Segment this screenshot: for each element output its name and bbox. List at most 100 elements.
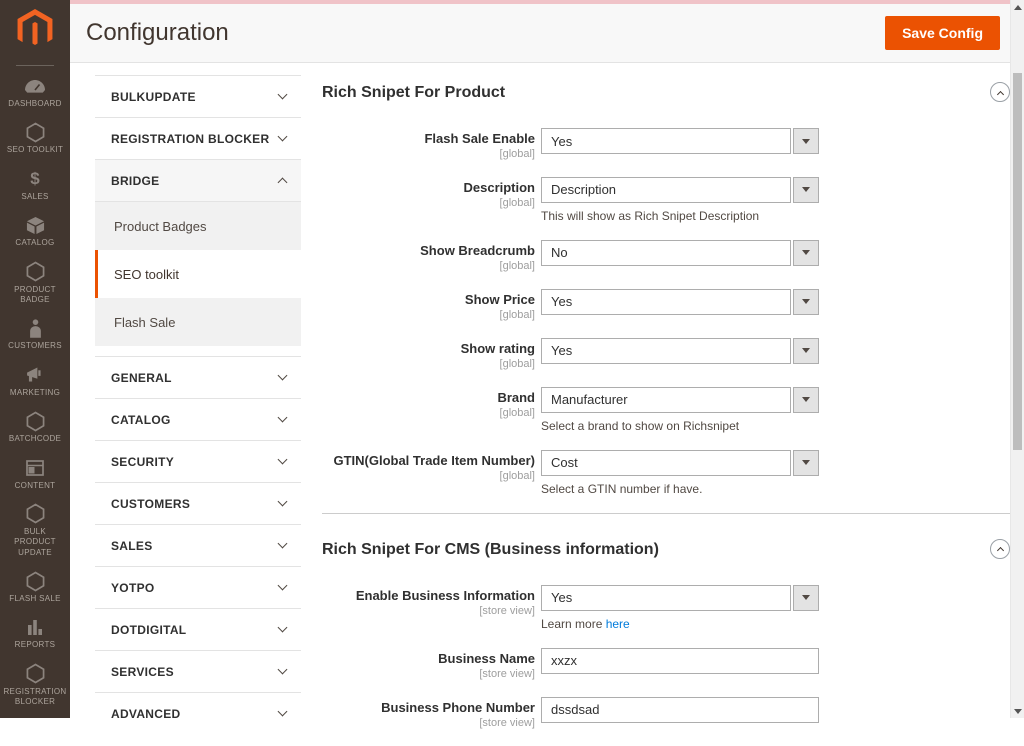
field-scope: [global] [499, 259, 535, 272]
select-value[interactable]: Yes [541, 128, 791, 154]
field-label: Description [463, 179, 535, 195]
show-rating-select[interactable]: Yes [541, 337, 819, 364]
chevron-down-icon [277, 370, 288, 381]
sidebar-item-dashboard[interactable]: DASHBOARD [0, 70, 70, 116]
dropdown-arrow-icon[interactable] [793, 288, 819, 315]
sidebar-item-label: PRODUCT BADGE [14, 284, 56, 304]
dropdown-arrow-icon[interactable] [793, 239, 819, 266]
vertical-scrollbar[interactable] [1010, 0, 1024, 718]
nav-section-dotdigital[interactable]: DOTDIGITAL [95, 608, 301, 650]
sidebar-item-catalog[interactable]: CATALOG [0, 209, 70, 255]
field-row: Enable Business Information [store view]… [322, 584, 1010, 631]
sidebar-item-batchcode[interactable]: BATCHCODE [0, 405, 70, 451]
field-label: Enable Business Information [355, 587, 535, 603]
sidebar-item-registration-blocker[interactable]: REGISTRATION BLOCKER [0, 658, 70, 715]
nav-section-bridge[interactable]: BRIDGE [95, 159, 301, 201]
field-row: Flash Sale Enable [global] Yes [322, 128, 1010, 160]
select-value[interactable]: Description [541, 176, 791, 203]
field-scope: [global] [499, 308, 535, 321]
magento-logo[interactable] [0, 0, 70, 58]
hexagon-icon [26, 411, 45, 432]
nav-section-registration-blocker[interactable]: REGISTRATION BLOCKER [95, 117, 301, 159]
field-scope: [store view] [479, 604, 535, 617]
hexagon-icon [26, 503, 45, 524]
nav-section-general[interactable]: GENERAL [95, 356, 301, 398]
save-config-button[interactable]: Save Config [885, 16, 1000, 50]
scrollbar-down-arrow-icon[interactable] [1014, 709, 1022, 714]
sidebar-item-product-badge[interactable]: PRODUCT BADGE [0, 256, 70, 313]
megaphone-icon [26, 365, 45, 385]
nav-subitem-seo-toolkit[interactable]: SEO toolkit [95, 250, 301, 298]
sidebar-item-bulk-product-update[interactable]: BULK PRODUCT UPDATE [0, 498, 70, 565]
scrollbar-thumb[interactable] [1013, 73, 1022, 450]
section-title: Rich Snipet For CMS (Business informatio… [322, 540, 659, 558]
field-row: Show Price [global] Yes [322, 288, 1010, 321]
magento-logo-icon [17, 9, 53, 45]
field-note: Learn more here [541, 616, 630, 631]
nav-section-bulkupdate[interactable]: BULKUPDATE [95, 75, 301, 117]
field-row: Show Breadcrumb [global] No [322, 239, 1010, 272]
sidebar-item-label: SEO TOOLKIT [6, 145, 64, 155]
field-scope: [global] [499, 147, 535, 160]
nav-subitem-product-badges[interactable]: Product Badges [95, 202, 301, 250]
scrollbar-up-arrow-icon[interactable] [1014, 5, 1022, 10]
dropdown-arrow-icon[interactable] [793, 584, 819, 611]
select-value[interactable]: Yes [541, 288, 791, 315]
sidebar-item-label: FLASH SALE [9, 594, 61, 604]
field-label: GTIN(Global Trade Item Number) [333, 452, 535, 468]
page-title: Configuration [86, 19, 229, 46]
chevron-up-icon [996, 90, 1004, 98]
sidebar-item-label: CUSTOMERS [8, 341, 62, 351]
nav-section-customers[interactable]: CUSTOMERS [95, 482, 301, 524]
dropdown-arrow-icon[interactable] [793, 337, 819, 364]
field-label: Brand [497, 389, 535, 405]
person-icon [29, 318, 42, 338]
field-note: This will show as Rich Snipet Descriptio… [541, 208, 760, 223]
show-price-select[interactable]: Yes [541, 288, 819, 315]
sidebar-item-marketing[interactable]: MARKETING [0, 359, 70, 405]
nav-section-security[interactable]: SECURITY [95, 440, 301, 482]
gtin-select[interactable]: Cost [541, 449, 819, 476]
sidebar-item-reports[interactable]: REPORTS [0, 611, 70, 657]
business-phone-number-input[interactable] [541, 696, 819, 723]
nav-section-services[interactable]: SERVICES [95, 650, 301, 692]
field-label: Business Phone Number [381, 699, 535, 715]
field-scope: [global] [499, 196, 535, 209]
nav-section-sales[interactable]: SALES [95, 524, 301, 566]
select-value[interactable]: Manufacturer [541, 386, 791, 413]
flash-sale-enable-select[interactable]: Yes [541, 128, 819, 154]
sidebar-item-label: MARKETING [9, 387, 61, 397]
dropdown-arrow-icon[interactable] [793, 176, 819, 203]
nav-subitem-flash-sale[interactable]: Flash Sale [95, 298, 301, 346]
field-row: Business Phone Number [store view] [322, 696, 1010, 729]
sidebar-item-flash-sale[interactable]: FLASH SALE [0, 565, 70, 611]
sidebar-item-sales[interactable]: $ SALES [0, 163, 70, 209]
sidebar-item-seo-toolkit[interactable]: SEO TOOLKIT [0, 116, 70, 162]
select-value[interactable]: No [541, 239, 791, 266]
collapse-section-button[interactable] [990, 82, 1010, 102]
collapse-section-button[interactable] [990, 538, 1010, 559]
admin-sidebar: DASHBOARD SEO TOOLKIT $ SALES CATALOG PR… [0, 0, 70, 718]
nav-section-catalog[interactable]: CATALOG [95, 398, 301, 440]
enable-business-information-select[interactable]: Yes [541, 584, 819, 611]
business-name-input[interactable] [541, 647, 819, 674]
show-breadcrumb-select[interactable]: No [541, 239, 819, 266]
select-value[interactable]: Yes [541, 584, 791, 611]
section-title: Rich Snipet For Product [322, 84, 506, 101]
chevron-up-icon [277, 177, 288, 188]
sidebar-item-content[interactable]: CONTENT [0, 452, 70, 498]
dropdown-arrow-icon[interactable] [793, 449, 819, 476]
select-value[interactable]: Yes [541, 337, 791, 364]
nav-section-advanced[interactable]: ADVANCED [95, 692, 301, 734]
description-select[interactable]: Description [541, 176, 819, 203]
nav-section-yotpo[interactable]: YOTPO [95, 566, 301, 608]
dropdown-arrow-icon[interactable] [793, 386, 819, 413]
sidebar-item-label: SALES [21, 191, 49, 201]
sidebar-item-customers[interactable]: CUSTOMERS [0, 312, 70, 358]
hexagon-icon [26, 571, 45, 592]
select-value[interactable]: Cost [541, 449, 791, 476]
field-row: Business Name [store view] [322, 647, 1010, 680]
dropdown-arrow-icon[interactable] [793, 128, 819, 154]
learn-more-link[interactable]: here [606, 617, 630, 631]
brand-select[interactable]: Manufacturer [541, 386, 819, 413]
